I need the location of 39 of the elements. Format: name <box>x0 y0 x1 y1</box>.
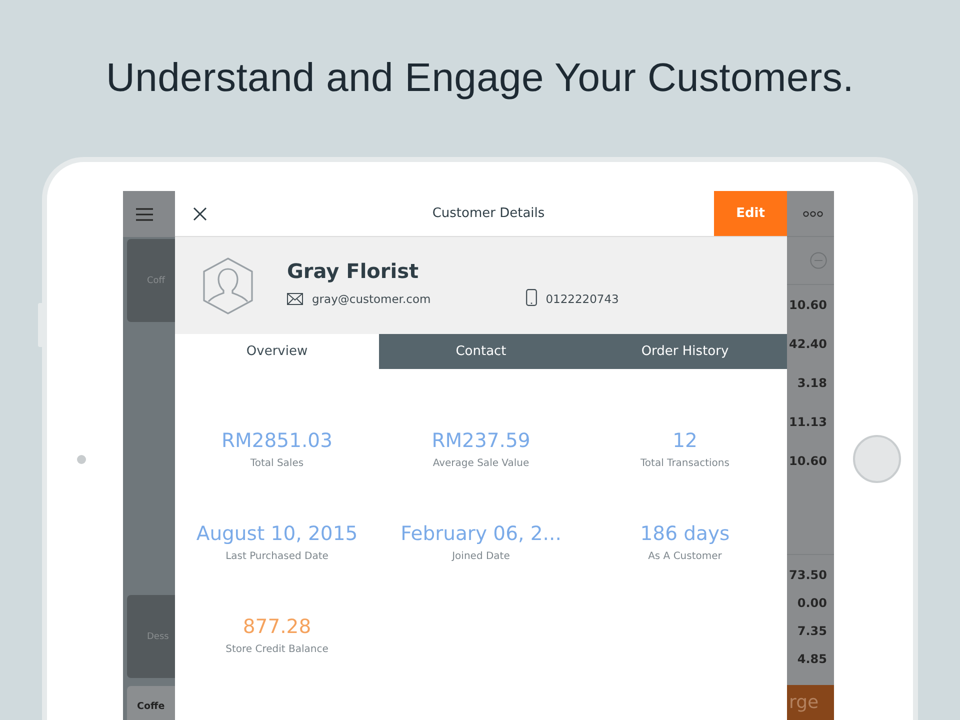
headline: Understand and Engage Your Customers. <box>105 56 855 101</box>
edit-button[interactable]: Edit <box>714 191 787 236</box>
menu-icon[interactable] <box>136 208 153 220</box>
stat-value: August 10, 2015 <box>196 522 358 546</box>
more-icon[interactable] <box>803 210 823 216</box>
envelope-icon <box>287 292 303 304</box>
stat-label: Store Credit Balance <box>226 644 328 655</box>
stat-value: RM237.59 <box>432 429 530 453</box>
stat-label: Joined Date <box>452 551 510 562</box>
line-amount: 10.60 <box>788 296 828 314</box>
customer-phone: 0122220743 <box>546 292 619 306</box>
stat-value: 186 days <box>640 522 730 546</box>
summary-amount: 73.50 <box>788 567 828 584</box>
summary-amount: 0.00 <box>796 595 828 612</box>
stat-label: Average Sale Value <box>432 458 530 469</box>
close-icon[interactable] <box>193 206 207 220</box>
stat-label: Total Transactions <box>640 458 730 469</box>
stat-label: Total Sales <box>250 458 304 469</box>
camera-dot <box>77 455 86 464</box>
product-tile[interactable]: Coffe <box>127 686 175 720</box>
avatar-icon <box>202 256 254 314</box>
stat-value: February 06, 2... <box>400 522 562 546</box>
phone-icon <box>526 288 537 306</box>
summary-amount: 4.85 <box>796 651 828 668</box>
summary-amount: 7.35 <box>796 623 828 640</box>
line-amount: 3.18 <box>796 374 828 392</box>
customer-name: Gray Florist <box>287 258 420 282</box>
stat-label: As A Customer <box>648 551 722 562</box>
stat-label: Last Purchased Date <box>226 551 328 562</box>
stat-value: 12 <box>672 429 698 453</box>
stat-value: 877.28 <box>242 615 312 639</box>
line-amount: 11.13 <box>788 414 828 430</box>
customer-email: gray@customer.com <box>312 292 431 306</box>
modal-title: Customer Details <box>431 206 546 221</box>
line-amount: 10.60 <box>788 452 828 470</box>
line-amount: 42.40 <box>788 336 828 352</box>
tab[interactable]: Contact <box>379 334 583 369</box>
stat-value: RM2851.03 <box>221 429 332 453</box>
tab[interactable]: Order History <box>583 334 787 369</box>
